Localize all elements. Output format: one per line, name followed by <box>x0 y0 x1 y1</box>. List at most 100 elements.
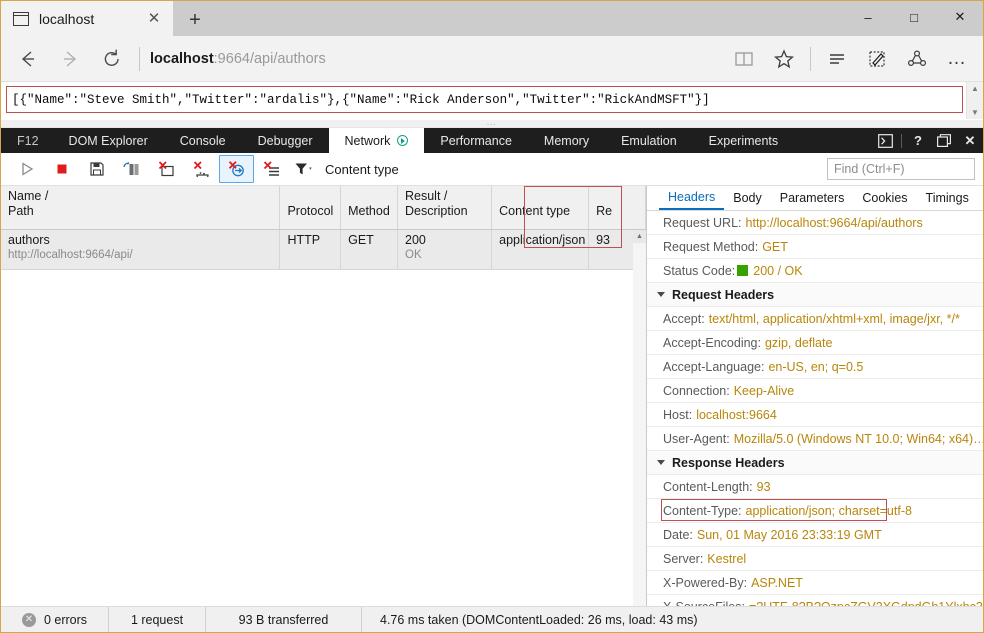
hub-icon[interactable] <box>817 40 857 78</box>
play-icon[interactable] <box>9 155 44 183</box>
forward-arrow-icon[interactable] <box>49 40 91 78</box>
record-indicator-icon[interactable] <box>397 135 408 146</box>
detail-value: en-US, en; q=0.5 <box>768 360 863 374</box>
tab-network[interactable]: Network <box>329 128 425 153</box>
chevron-down-icon <box>657 460 665 465</box>
scroll-up-icon[interactable]: ▲ <box>633 230 646 243</box>
book-icon[interactable] <box>724 40 764 78</box>
address-host: localhost <box>150 51 214 67</box>
error-icon: ✕ <box>22 613 36 627</box>
scroll-up-icon[interactable]: ▲ <box>971 84 979 93</box>
tab-timings[interactable]: Timings <box>917 186 978 210</box>
table-row[interactable]: authors http://localhost:9664/api/ HTTP … <box>1 230 646 270</box>
page-scrollbar[interactable]: ▲ ▼ <box>966 82 983 119</box>
tab-memory[interactable]: Memory <box>528 128 605 153</box>
cell-name: authors http://localhost:9664/api/ <box>1 230 280 269</box>
nav-actions: … <box>724 40 977 78</box>
tab-performance[interactable]: Performance <box>424 128 528 153</box>
header-host: Host: localhost:9664 <box>647 403 983 427</box>
stop-icon[interactable] <box>44 155 79 183</box>
header-user-agent: User-Agent: Mozilla/5.0 (Windows NT 10.0… <box>647 427 983 451</box>
detail-value: Kestrel <box>707 552 746 566</box>
clear-on-navigate-icon[interactable] <box>254 155 289 183</box>
detail-value: application/json; charset=utf-8 <box>746 504 912 518</box>
tab-cookies[interactable]: Cookies <box>853 186 916 210</box>
share-icon[interactable] <box>897 40 937 78</box>
console-prompt-icon[interactable] <box>872 128 898 153</box>
detail-value: text/html, application/xhtml+xml, image/… <box>709 312 960 326</box>
close-icon[interactable]: ✕ <box>143 8 165 30</box>
browser-tab-localhost[interactable]: localhost ✕ <box>1 1 173 36</box>
tab-debugger[interactable]: Debugger <box>242 128 329 153</box>
column-header-received[interactable]: Re <box>589 186 646 229</box>
clear-cache-icon[interactable] <box>114 155 149 183</box>
chevron-down-icon <box>657 292 665 297</box>
detail-key: X-Powered-By: <box>663 576 747 590</box>
status-transferred: 93 B transferred <box>206 607 362 633</box>
response-body-text: [{"Name":"Steve Smith","Twitter":"ardali… <box>6 86 963 113</box>
tab-network-label: Network <box>345 134 391 148</box>
column-header-result[interactable]: Result / Description <box>398 186 492 229</box>
clear-cookies-icon[interactable] <box>184 155 219 183</box>
save-icon[interactable] <box>79 155 114 183</box>
more-icon[interactable]: … <box>937 40 977 78</box>
pen-icon[interactable] <box>857 40 897 78</box>
devtools-splitter[interactable]: ⋯ <box>1 120 983 128</box>
detail-key: Host: <box>663 408 692 422</box>
cell-result: 200 OK <box>398 230 492 269</box>
find-input[interactable]: Find (Ctrl+F) <box>827 158 975 180</box>
detail-value: Sun, 01 May 2016 23:33:19 GMT <box>697 528 882 542</box>
detail-value: Keep-Alive <box>734 384 794 398</box>
devtools-tab-actions: ? ✕ <box>872 128 983 153</box>
tab-body[interactable]: Body <box>724 186 771 210</box>
refresh-icon[interactable] <box>91 40 133 78</box>
column-header-name[interactable]: Name / Path <box>1 186 280 229</box>
tab-dom-explorer[interactable]: DOM Explorer <box>53 128 164 153</box>
detail-key: Content-Type: <box>663 504 742 518</box>
column-header-method[interactable]: Method <box>341 186 398 229</box>
header-content-type: Content-Type: application/json; charset=… <box>647 499 983 523</box>
detail-value: Mozilla/5.0 (Windows NT 10.0; Win64; x64… <box>734 432 983 446</box>
tab-experiments[interactable]: Experiments <box>693 128 794 153</box>
header-accept-language: Accept-Language: en-US, en; q=0.5 <box>647 355 983 379</box>
maximize-icon[interactable]: □ <box>891 1 937 33</box>
new-tab-button[interactable]: + <box>173 5 217 36</box>
help-icon[interactable]: ? <box>905 128 931 153</box>
column-header-protocol[interactable]: Protocol <box>280 186 341 229</box>
scroll-down-icon[interactable]: ▼ <box>971 108 979 117</box>
tab-console[interactable]: Console <box>164 128 242 153</box>
minimize-icon[interactable]: – <box>845 1 891 33</box>
detail-key: Connection: <box>663 384 730 398</box>
column-header-content-type[interactable]: Content type <box>492 186 589 229</box>
header-x-powered-by: X-Powered-By: ASP.NET <box>647 571 983 595</box>
star-icon[interactable] <box>764 40 804 78</box>
devtools-close-icon[interactable]: ✕ <box>957 128 983 153</box>
always-refresh-icon[interactable] <box>219 155 254 183</box>
detail-request-url: Request URL: http://localhost:9664/api/a… <box>647 211 983 235</box>
grid-vertical-scrollbar[interactable]: ▲ <box>633 230 646 622</box>
dock-icon[interactable] <box>931 128 957 153</box>
tab-parameters[interactable]: Parameters <box>771 186 854 210</box>
section-response-headers[interactable]: Response Headers <box>647 451 983 475</box>
status-errors-label: 0 errors <box>44 613 87 627</box>
detail-value: GET <box>762 240 788 254</box>
page-content-area: [{"Name":"Steve Smith","Twitter":"ardali… <box>1 82 983 120</box>
back-arrow-icon[interactable] <box>7 40 49 78</box>
devtools-divider <box>901 134 902 148</box>
tab-emulation[interactable]: Emulation <box>605 128 693 153</box>
nav-divider <box>139 47 140 71</box>
devtools-main: Name / Path Protocol Method Result / Des… <box>1 186 983 633</box>
cell-protocol: HTTP <box>280 230 341 269</box>
window-close-icon[interactable]: ✕ <box>937 1 983 33</box>
header-content-length: Content-Length: 93 <box>647 475 983 499</box>
section-request-headers[interactable]: Request Headers <box>647 283 983 307</box>
address-path: :9664/api/authors <box>214 51 326 67</box>
tab-headers[interactable]: Headers <box>659 186 724 210</box>
address-bar[interactable]: localhost:9664/api/authors <box>150 51 724 67</box>
cell-method: GET <box>341 230 398 269</box>
clear-entries-icon[interactable] <box>149 155 184 183</box>
detail-key: Date: <box>663 528 693 542</box>
filter-icon[interactable] <box>289 155 319 183</box>
detail-status-code: Status Code: 200 / OK <box>647 259 983 283</box>
status-errors[interactable]: ✕ 0 errors <box>1 607 109 633</box>
